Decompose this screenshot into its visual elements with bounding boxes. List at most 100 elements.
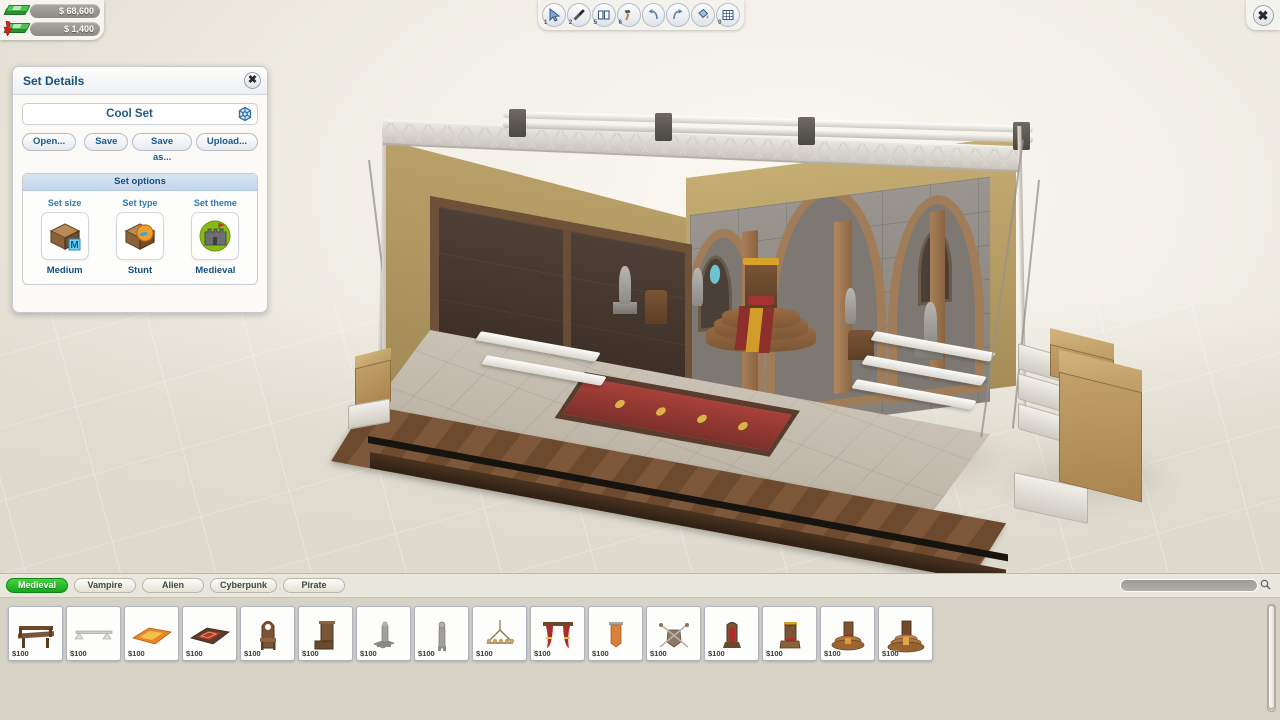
set-details-body: Open... Save Save as... Upload... [13,95,267,163]
theme-tab-vampire[interactable]: Vampire [74,578,136,593]
open-button[interactable]: Open... [22,133,77,151]
catalog-item-price: $100 [360,649,377,658]
theme-tab-alien[interactable]: Alien [142,578,204,593]
cash-delta-value: $ 1,400 [30,21,100,36]
knight-statue-2 [692,268,703,306]
set-size-box-icon: M [49,223,81,251]
grid-tool[interactable]: 0 [716,3,740,27]
set-size-button[interactable]: M [40,212,89,260]
set-theme-castle-icon [199,220,231,252]
set-type-label: Set type [122,198,158,208]
catalog-item-orange-rug[interactable]: $100 [124,606,179,661]
catalog-item-throne-on-dais[interactable]: $100 [820,606,875,661]
catalog-scrollbar[interactable] [1267,604,1276,712]
catalog-item-price: $100 [302,649,319,658]
svg-text:M: M [70,240,78,251]
pipe-clamp-mid [655,113,672,141]
catalog-search [1120,578,1272,593]
bottom-catalog-area: Medieval Vampire Alien Cyberpunk Pirate [0,573,1280,720]
hammer-tool-hotkey: 6 [618,20,622,26]
redo-arrow-icon [673,9,683,20]
catalog-item-red-rug[interactable]: $100 [182,606,237,661]
catalog-item-wooden-throne[interactable]: $100 [298,606,353,661]
theme-tab-pirate[interactable]: Pirate [283,578,346,593]
crate-large [1059,371,1142,503]
catalog-item-red-throne[interactable]: $100 [704,606,759,661]
redo-tool[interactable] [666,3,691,27]
panel-close-button[interactable]: ✖ [244,72,261,89]
wall-tool[interactable]: 5 [591,3,616,27]
pipe-clamp-right [798,117,815,145]
cash-total-value: $ 68,600 [30,3,100,18]
close-editor-button[interactable]: ✖ [1246,0,1280,30]
catalog-item-golden-throne[interactable]: $100 [762,606,817,661]
cursor-arrow-icon [549,8,561,22]
set-size-option: Set size M Medium [27,198,102,276]
set-theme-label: Set theme [193,198,237,208]
catalog-item-price: $100 [70,649,87,658]
cash-total-row: $ 68,600 [3,3,100,18]
cash-delta-row: $ 1,400 [3,21,100,36]
catalog-item-red-curtain[interactable]: $100 [530,606,585,661]
close-x-icon: ✖ [1252,4,1274,26]
save-button[interactable]: Save [84,133,129,151]
money-hud: $ 68,600 $ 1,400 [0,0,104,40]
select-tool[interactable]: 1 [542,3,566,27]
catalog-item-price: $100 [708,649,725,658]
catalog-item-gothic-chair[interactable]: $100 [240,606,295,661]
set-options-grid: Set size M Medium Set type Stunt Set the… [23,191,257,284]
eyedropper-icon [573,9,585,21]
set-theme-option: Set theme Medieval [178,198,253,276]
knight-statue-1 [619,266,631,304]
catalog-item-price: $100 [186,649,203,658]
money-stack-icon [3,4,31,17]
eyedropper-tool-hotkey: 2 [568,20,573,26]
side-chair-left [645,290,667,324]
set-size-value: Medium [46,265,83,276]
upload-button[interactable]: Upload... [195,133,258,151]
search-input[interactable] [1120,579,1258,592]
catalog-item-grand-throne[interactable]: $100 [878,606,933,661]
catalog-item-price: $100 [534,649,551,658]
catalog-item-wooden-bench[interactable]: $100 [8,606,63,661]
catalog-item-standing-knight[interactable]: $100 [414,606,469,661]
save-as-button[interactable]: Save as... [132,133,192,163]
set-type-value: Stunt [127,265,153,276]
set-name-input[interactable] [23,108,236,120]
catalog-item-knight-statue[interactable]: $100 [356,606,411,661]
hammer-icon [624,10,631,21]
set-type-stunt-icon [124,223,156,250]
undo-tool[interactable] [641,3,666,27]
catalog-item-price: $100 [418,649,435,658]
paint-tool[interactable] [691,3,716,27]
catalog-item-price: $100 [882,649,899,658]
set-theme-button[interactable] [191,212,240,260]
set-name-row [22,103,258,125]
catalog-scroll-thumb[interactable] [1268,605,1275,709]
dice-randomize-icon[interactable] [236,105,254,123]
catalog-item-price: $100 [476,649,493,658]
throne-cushion [748,296,774,305]
theme-tab-medieval[interactable]: Medieval [6,578,68,593]
set-options-header: Set options [23,174,257,191]
catalog-item-hanging-banner[interactable]: $100 [588,606,643,661]
set-options-box: Set options Set size M Medium Set type S… [22,173,258,285]
eyedropper-tool[interactable]: 2 [566,3,591,27]
magnifier-icon[interactable] [1258,577,1272,595]
tool-toolbar: 1 2 5 6 0 [538,0,744,30]
catalog-panel[interactable]: $100 $100 $100 $100 $100 $100 $100 $100 … [0,598,1280,720]
grid-icon [722,10,734,20]
select-tool-hotkey: 1 [544,20,548,26]
throne-crest [743,258,779,265]
catalog-item-price: $100 [128,649,145,658]
catalog-item-metal-barrier[interactable]: $100 [66,606,121,661]
catalog-item-crossed-swords[interactable]: $100 [646,606,701,661]
theme-tab-cyberpunk[interactable]: Cyberpunk [210,578,278,593]
catalog-item-chandelier[interactable]: $100 [472,606,527,661]
set-details-panel: Set Details ✖ Open... Save Save as... Up… [12,66,268,313]
hammer-tool[interactable]: 6 [616,3,641,27]
set-size-label: Set size [47,198,82,208]
catalog-item-price: $100 [650,649,667,658]
pipe-clamp-left [509,109,526,137]
set-type-button[interactable] [115,212,164,260]
